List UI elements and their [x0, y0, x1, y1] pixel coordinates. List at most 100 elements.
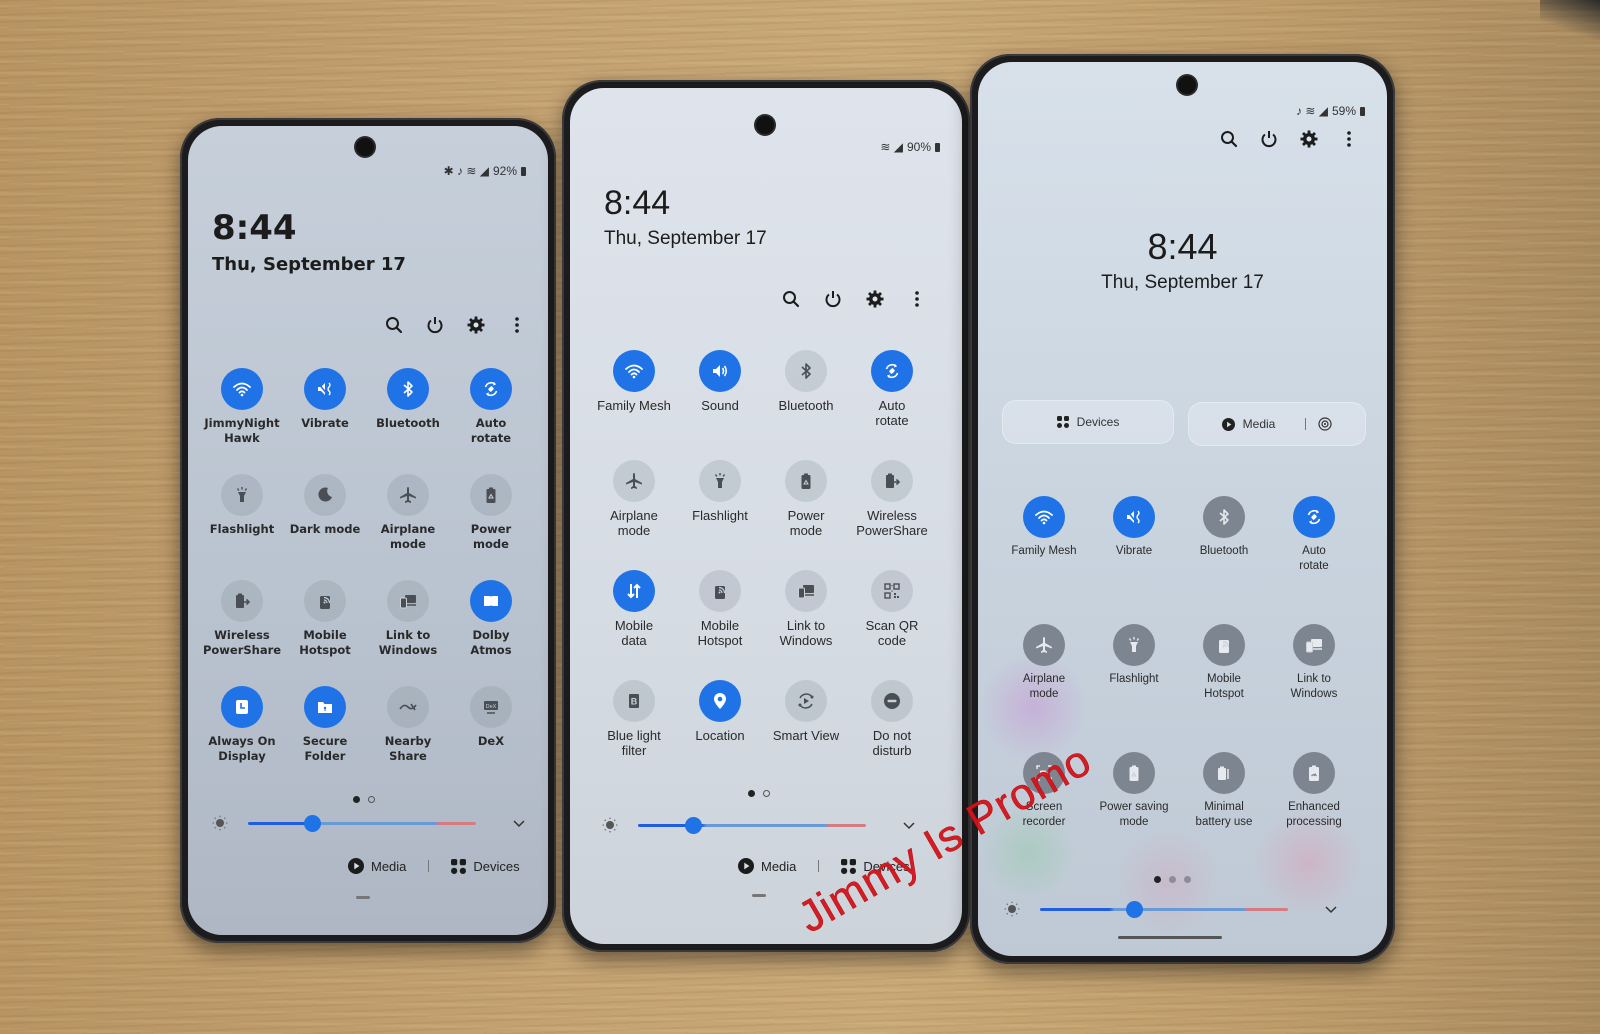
tile-vibrate[interactable]: Vibrate	[283, 368, 367, 431]
tile-toggle[interactable]	[785, 350, 827, 392]
tile-wifi[interactable]: JimmyNight Hawk	[200, 368, 284, 446]
expand-button[interactable]	[512, 816, 526, 830]
tile-minimal-battery[interactable]: Minimal battery use	[1182, 752, 1266, 830]
brightness-slider[interactable]	[638, 824, 866, 827]
tile-toggle[interactable]	[387, 686, 429, 728]
tile-airplane[interactable]: Airplane mode	[1002, 624, 1086, 702]
devices-button[interactable]: Devices	[451, 858, 520, 874]
power-button[interactable]	[424, 314, 446, 336]
tile-toggle[interactable]	[1113, 752, 1155, 794]
tile-toggle[interactable]	[613, 460, 655, 502]
tile-toggle[interactable]	[1023, 624, 1065, 666]
page-dot[interactable]	[1169, 876, 1176, 883]
expand-button[interactable]	[1324, 902, 1338, 916]
tile-toggle[interactable]	[699, 350, 741, 392]
more-options-button[interactable]	[906, 288, 928, 310]
tile-battery-recycle[interactable]: Power saving mode	[1092, 752, 1176, 830]
tile-enhanced[interactable]: Enhanced processing	[1272, 752, 1356, 830]
media-button[interactable]: Media	[348, 858, 406, 874]
tile-toggle[interactable]: B	[613, 680, 655, 722]
tile-link-windows[interactable]: Link to Windows	[764, 570, 848, 648]
tile-toggle[interactable]	[304, 580, 346, 622]
tile-toggle[interactable]	[613, 570, 655, 612]
tile-toggle[interactable]	[871, 460, 913, 502]
tile-toggle[interactable]	[1113, 624, 1155, 666]
tile-toggle[interactable]	[221, 368, 263, 410]
more-options-button[interactable]	[1338, 128, 1360, 150]
tile-folder-lock[interactable]: Secure Folder	[283, 686, 367, 764]
tile-bluetooth[interactable]: Bluetooth	[366, 368, 450, 431]
tile-toggle[interactable]	[613, 350, 655, 392]
tile-link-windows[interactable]: Link to Windows	[1272, 624, 1356, 702]
tile-toggle[interactable]	[304, 686, 346, 728]
tile-toggle[interactable]	[871, 570, 913, 612]
drag-handle[interactable]	[356, 896, 370, 899]
tile-hotspot[interactable]: Mobile Hotspot	[283, 580, 367, 658]
search-button[interactable]	[1218, 128, 1240, 150]
tile-link-windows[interactable]: Link to Windows	[366, 580, 450, 658]
tile-dolby[interactable]: Dolby Atmos	[449, 580, 533, 658]
tile-toggle[interactable]	[1203, 752, 1245, 794]
tile-toggle[interactable]	[470, 580, 512, 622]
brightness-slider[interactable]	[1040, 908, 1288, 911]
tile-toggle[interactable]	[785, 460, 827, 502]
search-button[interactable]	[383, 314, 405, 336]
tile-nearby[interactable]: Nearby Share	[366, 686, 450, 764]
tile-location[interactable]: Location	[678, 680, 762, 743]
tile-battery-recycle[interactable]: Power mode	[764, 460, 848, 538]
tile-toggle[interactable]	[387, 368, 429, 410]
tile-flashlight[interactable]: Flashlight	[678, 460, 762, 523]
tile-toggle[interactable]	[785, 570, 827, 612]
tile-bluetooth[interactable]: Bluetooth	[764, 350, 848, 413]
brightness-thumb[interactable]	[303, 815, 321, 832]
tile-toggle[interactable]	[387, 580, 429, 622]
settings-button[interactable]	[864, 288, 886, 310]
tile-bluelight[interactable]: B Blue light filter	[592, 680, 676, 758]
tile-airplane[interactable]: Airplane mode	[366, 474, 450, 552]
tile-powershare[interactable]: Wireless PowerShare	[850, 460, 934, 538]
tile-mobile-data[interactable]: Mobile data	[592, 570, 676, 648]
page-dot[interactable]	[748, 790, 755, 797]
brightness-slider[interactable]	[248, 822, 476, 825]
tile-toggle[interactable]	[1203, 624, 1245, 666]
tile-toggle[interactable]	[699, 570, 741, 612]
tile-clock[interactable]: Always On Display	[200, 686, 284, 764]
power-button[interactable]	[822, 288, 844, 310]
tile-toggle[interactable]	[304, 474, 346, 516]
tile-dnd[interactable]: Do not disturb	[850, 680, 934, 758]
tile-toggle[interactable]	[470, 368, 512, 410]
brightness-thumb[interactable]	[684, 817, 702, 834]
tile-rotate[interactable]: Auto rotate	[1272, 496, 1356, 574]
tile-airplane[interactable]: Airplane mode	[592, 460, 676, 538]
drag-handle[interactable]	[752, 894, 766, 897]
tile-hotspot[interactable]: Mobile Hotspot	[1182, 624, 1266, 702]
tile-toggle[interactable]	[1293, 752, 1335, 794]
tile-toggle[interactable]	[871, 350, 913, 392]
tile-rotate[interactable]: Auto rotate	[449, 368, 533, 446]
tile-flashlight[interactable]: Flashlight	[200, 474, 284, 537]
tile-bluetooth[interactable]: Bluetooth	[1182, 496, 1266, 559]
tile-wifi[interactable]: Family Mesh	[592, 350, 676, 413]
settings-button[interactable]	[1298, 128, 1320, 150]
tile-toggle[interactable]	[1113, 496, 1155, 538]
drag-handle[interactable]	[1118, 936, 1222, 939]
tile-sound[interactable]: Sound	[678, 350, 762, 413]
tile-powershare[interactable]: Wireless PowerShare	[200, 580, 284, 658]
tile-toggle[interactable]	[1203, 496, 1245, 538]
tile-qr[interactable]: Scan QR code	[850, 570, 934, 648]
tile-toggle[interactable]	[1023, 496, 1065, 538]
tile-toggle[interactable]	[470, 474, 512, 516]
tile-toggle[interactable]	[221, 580, 263, 622]
media-button[interactable]: Media	[738, 858, 796, 874]
tile-toggle[interactable]	[1293, 496, 1335, 538]
devices-button[interactable]: Devices	[1002, 400, 1174, 444]
search-button[interactable]	[780, 288, 802, 310]
tile-toggle[interactable]	[785, 680, 827, 722]
page-dot[interactable]	[763, 790, 770, 797]
tile-dex[interactable]: DeX DeX	[449, 686, 533, 749]
brightness-thumb[interactable]	[1126, 901, 1144, 918]
settings-button[interactable]	[465, 314, 487, 336]
tile-toggle[interactable]	[699, 680, 741, 722]
tile-battery-recycle[interactable]: Power mode	[449, 474, 533, 552]
more-options-button[interactable]	[506, 314, 528, 336]
